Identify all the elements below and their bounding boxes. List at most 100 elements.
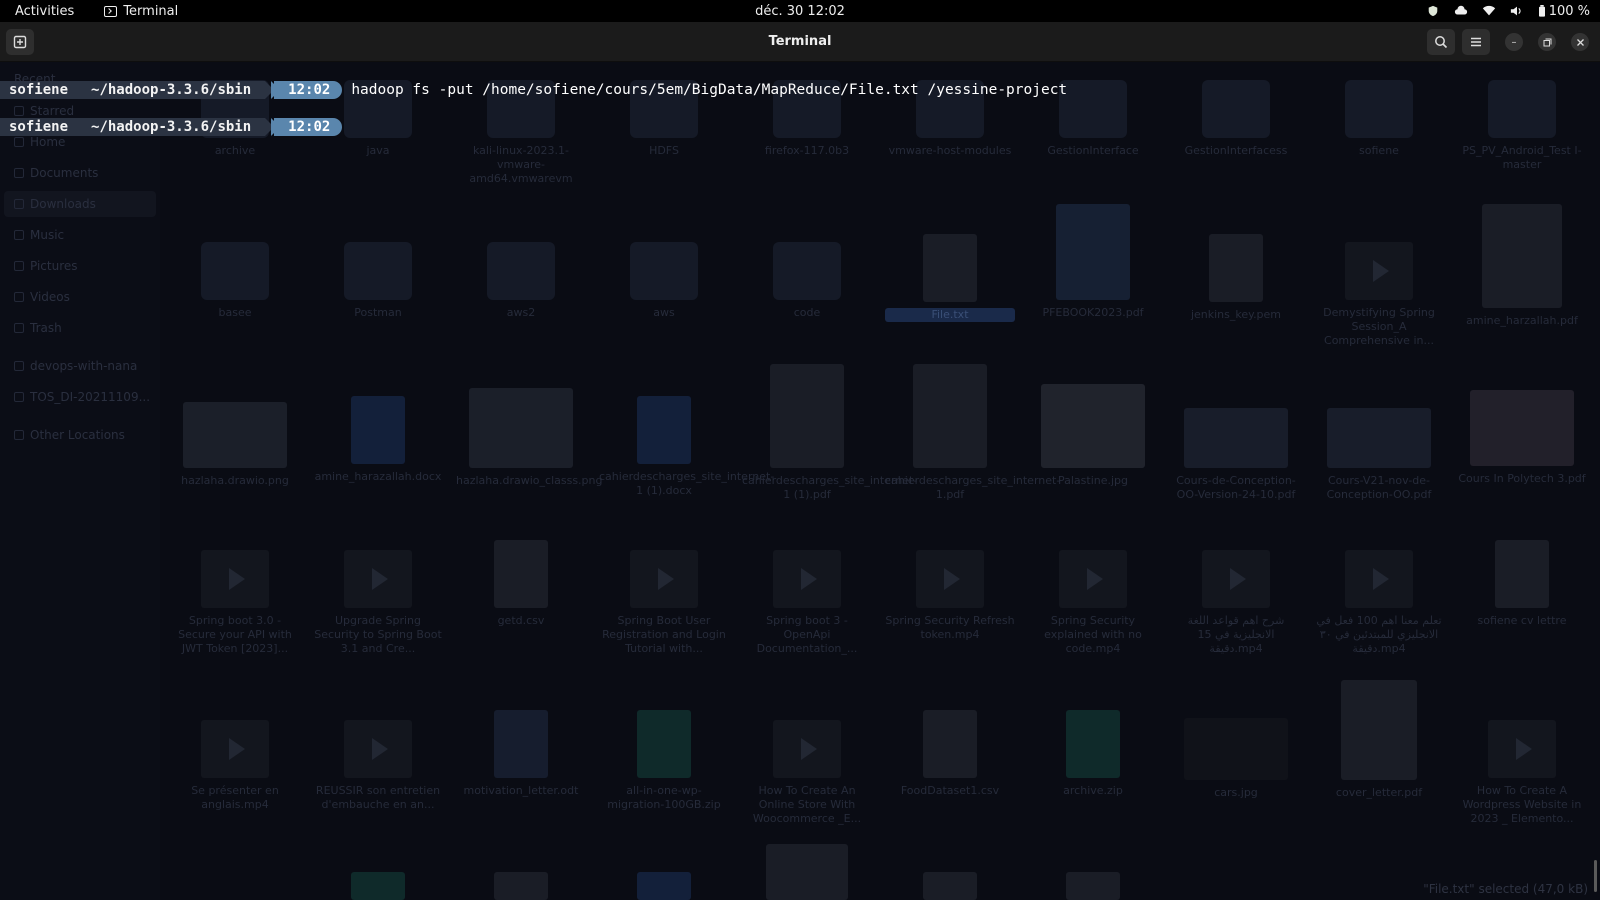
prompt-path: ~/hadoop-3.3.6/sbin [77, 118, 266, 136]
downloads-icon [14, 199, 24, 209]
file-item [742, 844, 872, 900]
video-file-icon [630, 550, 698, 608]
file-item: code [742, 242, 872, 320]
sidebar-item-other-locations: Other Locations [14, 428, 125, 442]
minimize-button[interactable]: – [1505, 33, 1523, 51]
file-item: aws2 [456, 242, 586, 320]
pdf-thumbnail [1327, 408, 1431, 468]
folder-icon [1345, 80, 1413, 138]
terminal-line: sofiene ~/hadoop-3.3.6/sbin 12:02 [0, 116, 351, 138]
file-item: PS_PV_Android_Test I-master [1457, 80, 1587, 172]
star-icon [14, 106, 24, 116]
status-bar: "File.txt" selected (47,0 kB) [1423, 882, 1588, 896]
file-icon [923, 872, 977, 900]
plus-icon [14, 430, 24, 440]
new-tab-button[interactable] [6, 29, 34, 55]
file-item: aws [599, 242, 729, 320]
key-file-icon [1209, 234, 1263, 302]
file-item: How To Create An Online Store With Wooco… [742, 720, 872, 826]
folder-icon [201, 242, 269, 300]
file-item [885, 872, 1015, 900]
image-thumbnail [469, 388, 573, 468]
wifi-icon [1482, 5, 1495, 16]
restore-icon [1543, 38, 1551, 46]
zip-file-icon [351, 872, 405, 900]
app-menu[interactable]: Terminal [104, 4, 178, 19]
clock[interactable]: déc. 30 12:02 [0, 4, 1600, 19]
app-menu-label: Terminal [123, 3, 179, 19]
word-file-icon [637, 872, 691, 900]
prompt-path: ~/hadoop-3.3.6/sbin [77, 81, 266, 99]
file-item: Cours-de-Conception-OO-Version-24-10.pdf [1171, 408, 1301, 502]
odt-file-icon [494, 710, 548, 778]
top-bar: Activities Terminal déc. 30 12:02 100 % [0, 0, 1600, 22]
word-file-icon [351, 396, 405, 464]
file-item: Spring Security Refresh token.mp4 [885, 550, 1015, 642]
menu-icon [1471, 37, 1481, 47]
battery-label: 100 % [1548, 3, 1590, 19]
documents-icon [14, 168, 24, 178]
close-button[interactable] [1571, 33, 1589, 51]
file-item [456, 872, 586, 900]
file-item: cahierdescharges_site_internet-1 (1).doc… [599, 396, 774, 498]
video-file-icon [1059, 550, 1127, 608]
sidebar-item-devops: devops-with-nana [14, 359, 137, 373]
file-item: Spring boot 3.0 - Secure your API with J… [170, 550, 300, 656]
file-item: Upgrade Spring Security to Spring Boot 3… [313, 550, 443, 656]
pdf-thumbnail [770, 364, 844, 468]
file-item: amine_harzallah.pdf [1457, 204, 1587, 328]
pdf-thumbnail [1341, 680, 1417, 780]
csv-file-icon [923, 710, 977, 778]
zip-file-icon [1066, 710, 1120, 778]
prompt-user: sofiene [0, 118, 78, 136]
sidebar-item-downloads: Downloads [4, 191, 156, 217]
file-item: Postman [313, 242, 443, 320]
text-file-icon [1495, 540, 1549, 608]
terminal-header-bar: Terminal – [0, 22, 1600, 62]
file-item: archive.zip [1028, 710, 1158, 798]
sidebar-item-tos: TOS_DI-20211109... [14, 390, 150, 404]
command-text[interactable]: hadoop fs -put /home/sofiene/cours/5em/B… [351, 82, 1067, 98]
restore-button[interactable] [1538, 33, 1556, 51]
file-item: REUSSIR son entretien d'embauche en an..… [313, 720, 443, 812]
folder-icon [14, 392, 24, 402]
file-item: Cours-V21-nov-de-Conception-OO.pdf [1314, 408, 1444, 502]
system-tray[interactable]: 100 % [1426, 4, 1590, 19]
pdf-thumbnail [1482, 204, 1562, 308]
terminal-scrollbar[interactable] [1594, 860, 1597, 892]
video-file-icon [1345, 550, 1413, 608]
pictures-icon [14, 261, 24, 271]
image-thumbnail [1041, 384, 1145, 468]
word-file-icon [637, 396, 691, 464]
minimize-icon: – [1511, 36, 1517, 48]
sidebar-item-trash: Trash [14, 321, 62, 335]
file-item: jenkins_key.pem [1171, 234, 1301, 322]
prompt-user: sofiene [0, 81, 78, 99]
folder-icon [487, 242, 555, 300]
folder-icon [1059, 80, 1127, 138]
file-item: How To Create A Wordpress Website in 202… [1457, 720, 1587, 826]
search-button[interactable] [1427, 29, 1455, 55]
background-file-manager: Recent Starred Home Documents Downloads … [0, 62, 1600, 900]
pdf-thumbnail [913, 364, 987, 468]
sidebar-item-documents: Documents [14, 166, 98, 180]
video-file-icon [344, 550, 412, 608]
prompt-time: 12:02 [274, 118, 343, 136]
pdf-thumbnail [766, 844, 848, 900]
file-item: motivation_letter.odt [456, 710, 586, 798]
file-item: Cours In Polytech 3.pdf [1457, 390, 1587, 486]
close-icon [1576, 38, 1584, 46]
new-tab-icon [13, 35, 27, 49]
image-thumbnail [1184, 718, 1288, 780]
menu-button[interactable] [1462, 29, 1490, 55]
activities-button[interactable]: Activities [15, 4, 74, 19]
video-file-icon [201, 720, 269, 778]
sidebar-item-pictures: Pictures [14, 259, 78, 273]
pdf-thumbnail [1056, 204, 1130, 300]
file-item-selected: File.txt [885, 234, 1015, 322]
folder-icon [773, 242, 841, 300]
file-item: GestionInterfacess [1171, 80, 1301, 158]
pdf-thumbnail [1470, 390, 1574, 466]
file-item: sofiene cv lettre [1457, 540, 1587, 628]
file-item: cars.jpg [1171, 718, 1301, 800]
